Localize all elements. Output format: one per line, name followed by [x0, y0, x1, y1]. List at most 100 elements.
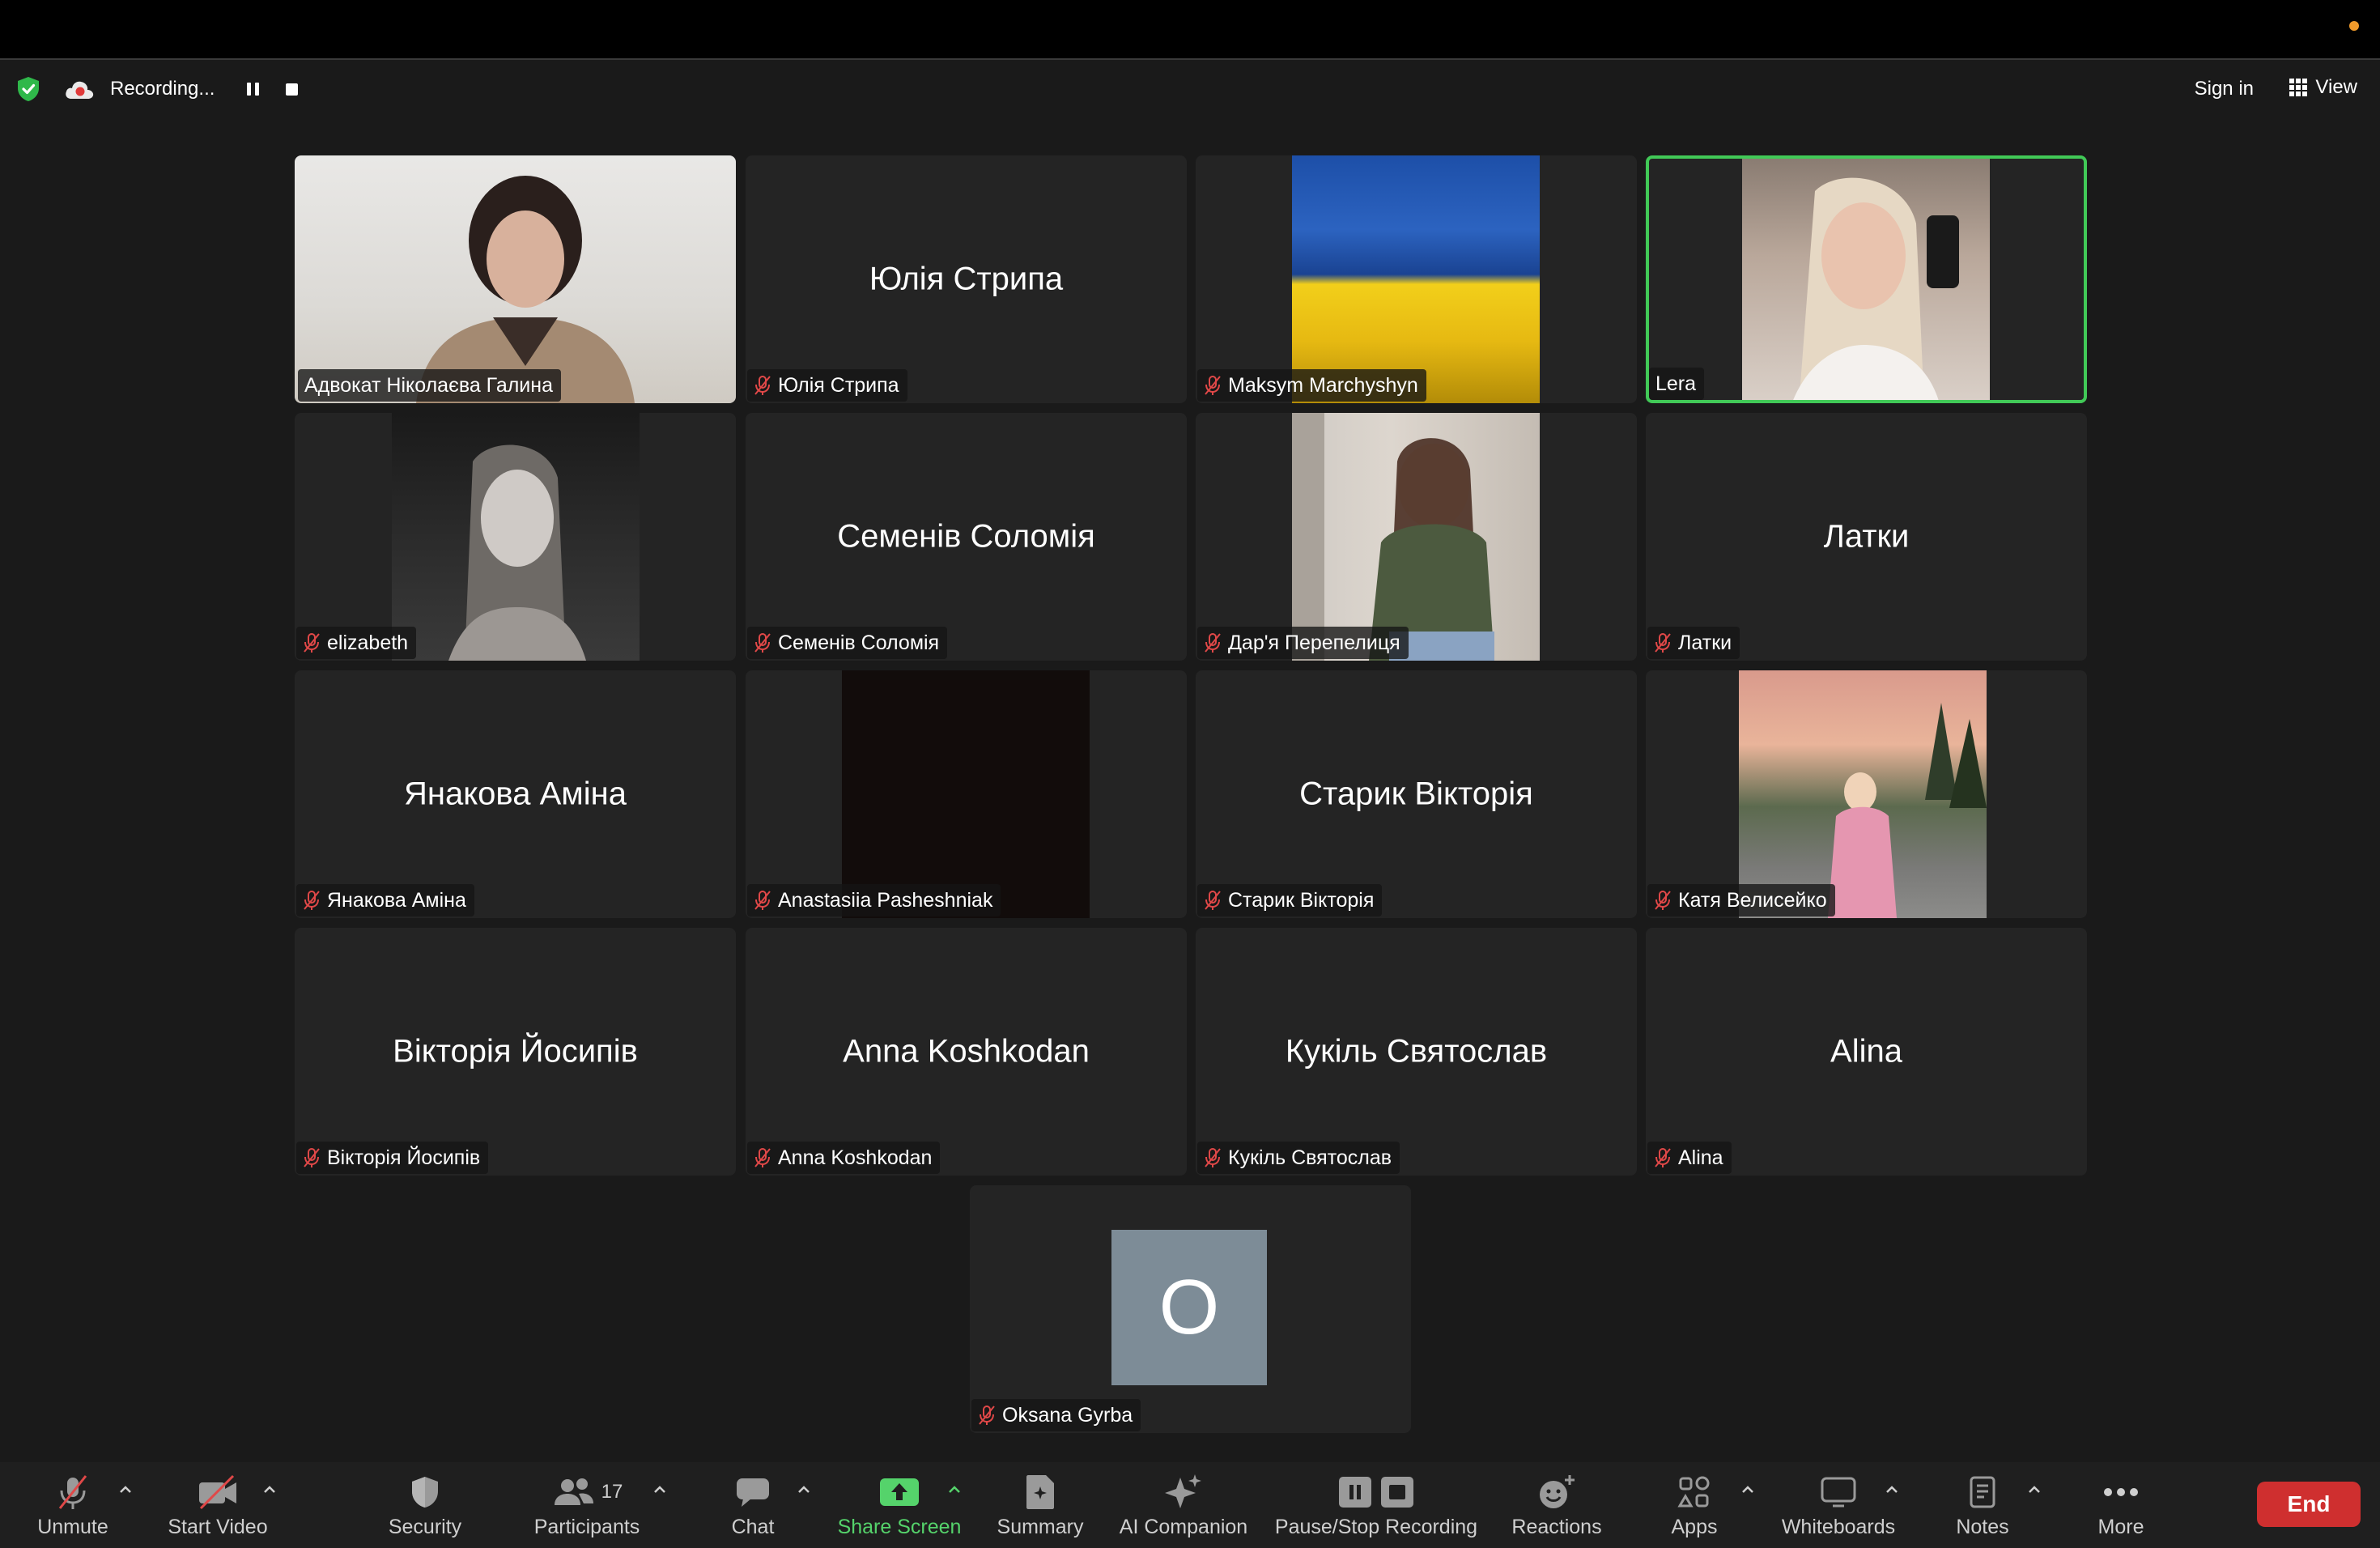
participant-name-label: Семенів Соломія: [747, 627, 948, 659]
participant-name-label: Anna Koshkodan: [747, 1142, 941, 1174]
chat-bubble-icon: [737, 1478, 769, 1507]
participant-name: Дар'я Перепелиця: [1228, 631, 1400, 654]
participant-tile[interactable]: Maksym Marchyshyn: [1196, 155, 1637, 403]
participant-tile[interactable]: elizabeth: [295, 413, 736, 661]
notes-label: Notes: [1956, 1516, 2009, 1538]
participant-tile[interactable]: Катя Велисейко: [1646, 670, 2087, 918]
summary-document-icon: [1026, 1475, 1054, 1509]
participant-name-label: Юлія Стрипа: [747, 369, 907, 402]
participant-video-image: [1793, 177, 1959, 400]
participant-video: [1739, 670, 1987, 918]
participant-name-label: Дар'я Перепелиця: [1197, 627, 1409, 659]
participant-avatar: O: [1111, 1230, 1267, 1385]
ai-companion-sparkle-icon: [1165, 1474, 1201, 1508]
participant-tile[interactable]: Старик Вікторія Старик Вікторія: [1196, 670, 1637, 918]
audio-options-chevron-up-icon[interactable]: [118, 1483, 133, 1495]
participant-tile[interactable]: Anastasiia Pasheshniak: [746, 670, 1187, 918]
notes-button[interactable]: Notes: [1941, 1462, 2024, 1548]
participant-video-image: [1292, 413, 1494, 661]
participant-display-name: Старик Вікторія: [1299, 776, 1533, 812]
participant-name: Alina: [1678, 1146, 1723, 1169]
muted-mic-icon: [979, 1406, 995, 1425]
participants-options-chevron-up-icon[interactable]: [652, 1483, 667, 1495]
participant-tile[interactable]: Дар'я Перепелиця: [1196, 413, 1637, 661]
participant-tile[interactable]: Кукіль Святослав Кукіль Святослав: [1196, 928, 1637, 1176]
muted-mic-icon: [1205, 1148, 1221, 1167]
pause-stop-recording-icon: [1339, 1477, 1413, 1508]
pause-stop-recording-button[interactable]: Pause/Stop Recording: [1273, 1462, 1480, 1548]
participant-name: Anastasiia Pasheshniak: [778, 888, 993, 912]
video-off-icon: [199, 1474, 236, 1510]
share-screen-button[interactable]: Share Screen: [834, 1462, 965, 1548]
end-meeting-button[interactable]: End: [2257, 1482, 2361, 1527]
participant-name: Катя Велисейко: [1678, 888, 1827, 912]
muted-mic-icon: [754, 891, 771, 910]
participant-name-label: Старик Вікторія: [1197, 884, 1383, 916]
camera-indicator-dot: [2349, 21, 2359, 31]
participant-tile[interactable]: Латки Латки: [1646, 413, 2087, 661]
reactions-button[interactable]: Reactions: [1504, 1462, 1609, 1548]
share-options-chevron-up-icon[interactable]: [947, 1483, 962, 1495]
participant-name-label: Oksana Gyrba: [971, 1399, 1141, 1431]
unmute-label: Unmute: [37, 1516, 108, 1538]
participant-tile[interactable]: Alina Alina: [1646, 928, 2087, 1176]
participant-name-label: Alina: [1647, 1142, 1732, 1174]
whiteboards-options-chevron-up-icon[interactable]: [1885, 1483, 1899, 1495]
whiteboards-button[interactable]: Whiteboards: [1773, 1462, 1904, 1548]
muted-mic-icon: [754, 376, 771, 395]
participant-tile[interactable]: Юлія Стрипа Юлія Стрипа: [746, 155, 1187, 403]
chat-button[interactable]: Chat: [712, 1462, 793, 1548]
apps-options-chevron-up-icon[interactable]: [1740, 1483, 1755, 1495]
chat-options-chevron-up-icon[interactable]: [797, 1483, 811, 1495]
security-label: Security: [388, 1516, 462, 1538]
unmute-button[interactable]: Unmute: [24, 1462, 121, 1548]
participant-display-name: Юлія Стрипа: [869, 261, 1064, 297]
participants-button[interactable]: 17 Participants: [518, 1462, 656, 1548]
whiteboards-label: Whiteboards: [1781, 1516, 1896, 1538]
participant-name: Семенів Соломія: [778, 631, 940, 654]
more-button[interactable]: More: [2080, 1462, 2161, 1548]
participants-icon: [554, 1478, 593, 1505]
participant-name: Адвокат Ніколаєва Галина: [304, 373, 553, 397]
start-video-button[interactable]: Start Video: [159, 1462, 277, 1548]
participant-name-label: Янакова Аміна: [296, 884, 474, 916]
more-label: More: [2097, 1516, 2144, 1538]
participant-name-label: Anastasiia Pasheshniak: [747, 884, 1001, 916]
participant-video: [842, 670, 1090, 918]
summary-button[interactable]: Summary: [989, 1462, 1091, 1548]
muted-mic-icon: [754, 633, 771, 653]
participant-tile[interactable]: Семенів Соломія Семенів Соломія: [746, 413, 1187, 661]
participant-name: Lera: [1655, 372, 1697, 395]
participant-tile[interactable]: Адвокат Ніколаєва Галина: [295, 155, 736, 403]
video-options-chevron-up-icon[interactable]: [262, 1483, 277, 1495]
security-shield-icon: [412, 1477, 438, 1508]
apps-button[interactable]: Apps: [1651, 1462, 1737, 1548]
start-video-label: Start Video: [168, 1516, 268, 1538]
participant-name-label: Maksym Marchyshyn: [1197, 369, 1426, 402]
ai-companion-label: AI Companion: [1119, 1516, 1248, 1538]
participant-tile[interactable]: Янакова Аміна Янакова Аміна: [295, 670, 736, 918]
apps-icon: [1677, 1476, 1710, 1508]
security-button[interactable]: Security: [372, 1462, 478, 1548]
participant-tile[interactable]: Вікторія Йосипів Вікторія Йосипів: [295, 928, 736, 1176]
notes-options-chevron-up-icon[interactable]: [2027, 1483, 2042, 1495]
participants-label: Participants: [533, 1516, 640, 1538]
participant-name: Латки: [1678, 631, 1732, 654]
pause-stop-recording-label: Pause/Stop Recording: [1274, 1516, 1478, 1538]
ai-companion-button[interactable]: AI Companion: [1116, 1462, 1252, 1548]
muted-mic-icon: [304, 891, 320, 910]
participant-video: [392, 413, 640, 661]
participant-display-name: Семенів Соломія: [837, 518, 1095, 555]
reactions-emoji-icon: [1540, 1475, 1575, 1508]
participant-name-label: Адвокат Ніколаєва Галина: [298, 369, 561, 402]
participant-display-name: Alina: [1830, 1033, 1902, 1070]
chat-label: Chat: [731, 1516, 775, 1538]
participant-video-image: [416, 176, 635, 403]
active-speaker-tile[interactable]: Lera: [1646, 155, 2087, 403]
more-ellipsis-icon: [2104, 1488, 2138, 1496]
participant-tile[interactable]: O Oksana Gyrba: [970, 1185, 1411, 1433]
participant-display-name: Кукіль Святослав: [1285, 1033, 1548, 1070]
participant-tile[interactable]: Anna Koshkodan Anna Koshkodan: [746, 928, 1187, 1176]
participant-video: [1742, 159, 1990, 400]
reactions-label: Reactions: [1511, 1516, 1602, 1538]
